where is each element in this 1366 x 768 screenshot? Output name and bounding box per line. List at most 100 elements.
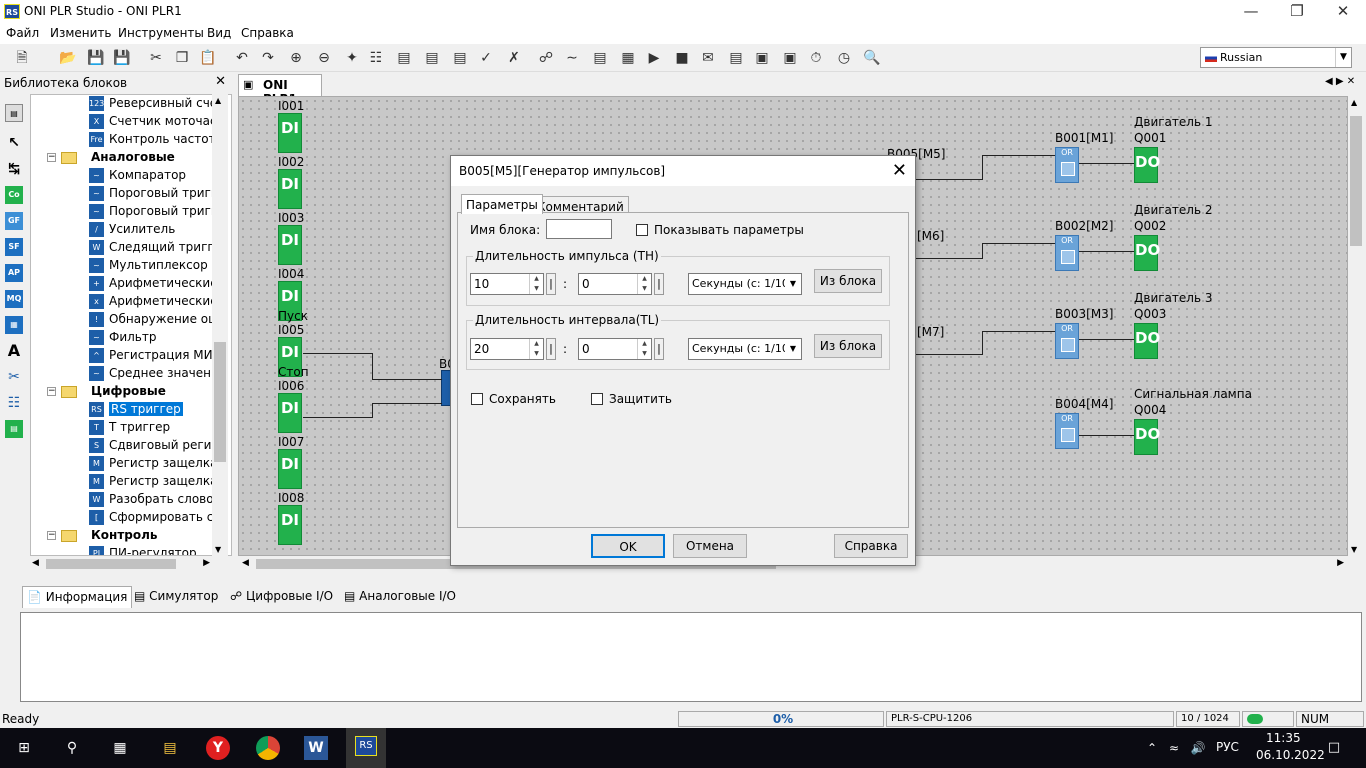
th-units-select[interactable]: Секунды (с: 1/100с) ▼ [688,273,802,295]
tab-analog-io[interactable]: ▤ Аналоговые I/O [340,586,460,608]
file-explorer-icon[interactable]: ▤ [158,736,182,760]
tl-spinner[interactable]: ▲ ▼ [529,339,543,359]
highlight-icon[interactable]: ✦ [342,48,362,68]
pointer-icon[interactable]: ↖ [5,134,23,152]
th-fraction-tick[interactable]: | [654,273,664,295]
ap-icon[interactable]: AP [5,264,23,282]
menu-edit[interactable]: Изменить [50,26,112,40]
protect-checkbox[interactable] [591,393,603,405]
save-all-icon[interactable]: 💾 [112,48,132,68]
search-icon[interactable]: 🔍 [862,48,882,68]
ok-button[interactable]: OK [591,534,665,558]
save-icon[interactable]: 💾 [86,48,106,68]
menu-tools[interactable]: Инструменты [118,26,204,40]
dialog-close-icon[interactable]: ✕ [892,160,907,181]
oni-plr-taskbar-item[interactable]: RS [346,728,386,768]
menu-help[interactable]: Справка [241,26,294,40]
th-from-block-button[interactable]: Из блока [814,269,882,293]
volume-icon[interactable]: 🔊 [1186,736,1210,760]
device-icon[interactable]: ▤ [590,48,610,68]
digital-output-block[interactable]: DO [1134,235,1160,271]
tab-parameters[interactable]: Параметры [461,194,543,214]
restore-button[interactable]: ❐ [1274,0,1320,24]
tl-units-select[interactable]: Секунды (с: 1/100с) ▼ [688,338,802,360]
check-icon[interactable]: ✓ [476,48,496,68]
undo-icon[interactable]: ↶ [232,48,252,68]
tab-oni-plr1[interactable]: ▣ ONI PLR1 [238,74,322,106]
task-view-icon[interactable]: ▦ [108,736,132,760]
tl-seconds-input[interactable]: 20 ▲ ▼ [470,338,544,360]
output-icon[interactable]: ▤ [5,420,23,438]
wire-icon[interactable]: ↹ [5,160,23,178]
remove-check-icon[interactable]: ✗ [504,48,524,68]
connect-icon[interactable]: ☍ [536,48,556,68]
or-gate-block[interactable]: OR [1055,147,1079,183]
tab-simulator[interactable]: ▤ Симулятор [130,586,222,608]
tl-fraction-spinner[interactable]: ▲ ▼ [637,339,651,359]
search-icon[interactable]: ⚲ [60,736,84,760]
show-params-checkbox[interactable] [636,224,648,236]
or-gate-block[interactable]: OR [1055,323,1079,359]
stack-icon[interactable]: ▣ [780,48,800,68]
align-center-icon[interactable]: ▤ [422,48,442,68]
image-icon[interactable]: ▣ [752,48,772,68]
mq-icon[interactable]: MQ [5,290,23,308]
open-folder-icon[interactable]: 📂 [58,48,78,68]
signal-icon[interactable]: ∼ [562,48,582,68]
th-fraction-input[interactable]: 0 ▲ ▼ [578,273,652,295]
grid-icon[interactable]: ▦ [618,48,638,68]
digital-input-block[interactable]: DI [278,505,302,545]
align-icon[interactable]: ☷ [366,48,386,68]
th-tick[interactable]: | [546,273,556,295]
save-checkbox[interactable] [471,393,483,405]
language-indicator[interactable]: РУС [1216,740,1239,754]
clock-icon[interactable]: ◷ [834,48,854,68]
cancel-button[interactable]: Отмена [673,534,747,558]
th-fraction-spinner[interactable]: ▲ ▼ [637,274,651,294]
digital-input-block[interactable]: DI [278,113,302,153]
digital-input-block[interactable]: DI [278,393,302,433]
library-hscroll[interactable]: ◀ ▶ [30,556,212,572]
or-gate-block[interactable]: OR [1055,413,1079,449]
menu-view[interactable]: Вид [207,26,231,40]
network-icon[interactable]: ☷ [5,394,23,412]
tab-information[interactable]: 📄 Информация [22,586,133,608]
minimize-button[interactable]: — [1228,0,1274,24]
help-button[interactable]: Справка [834,534,908,558]
wifi-icon[interactable]: ≈ [1162,736,1186,760]
tl-tick[interactable]: | [546,338,556,360]
tab-digital-io[interactable]: ☍ Цифровые I/O [226,586,337,608]
module-icon[interactable]: ▦ [5,316,23,334]
new-file-icon[interactable]: 🗎 [12,48,32,68]
gf-icon[interactable]: GF [5,212,23,230]
align-top-icon[interactable]: ▤ [394,48,414,68]
redo-icon[interactable]: ↷ [258,48,278,68]
stop-icon[interactable]: ■ [672,48,692,68]
digital-output-block[interactable]: DO [1134,147,1160,183]
zoom-out-icon[interactable]: ⊖ [314,48,334,68]
close-button[interactable]: ✕ [1320,0,1366,24]
cut-icon[interactable]: ✂ [146,48,166,68]
link-icon[interactable]: ✂ [5,368,23,386]
digital-input-block[interactable]: DI [278,449,302,489]
language-select[interactable]: Russian ▼ [1200,47,1352,68]
clock-time[interactable]: 11:35 [1266,731,1301,745]
collapse-icon[interactable]: − [47,531,56,540]
th-seconds-input[interactable]: 10 ▲ ▼ [470,273,544,295]
tl-fraction-input[interactable]: 0 ▲ ▼ [578,338,652,360]
block-view-icon[interactable]: ▤ [5,104,23,122]
library-close-icon[interactable]: ✕ [215,74,226,89]
co-icon[interactable]: Co [5,186,23,204]
chevron-down-icon[interactable]: ▼ [1335,48,1351,67]
digital-input-block[interactable]: DI [278,225,302,265]
canvas-vscroll[interactable]: ▲ ▼ [1348,96,1364,556]
chat-icon[interactable]: ✉ [698,48,718,68]
digital-output-block[interactable]: DO [1134,419,1160,455]
timer-icon[interactable]: ⏱ [806,48,826,68]
th-spinner[interactable]: ▲ ▼ [529,274,543,294]
clock-date[interactable]: 06.10.2022 [1256,748,1325,762]
chrome-icon[interactable] [256,736,280,760]
collapse-icon[interactable]: − [47,387,56,396]
tab-nav[interactable]: ◀ ▶ ✕ [1325,76,1355,87]
or-gate-block[interactable]: OR [1055,235,1079,271]
